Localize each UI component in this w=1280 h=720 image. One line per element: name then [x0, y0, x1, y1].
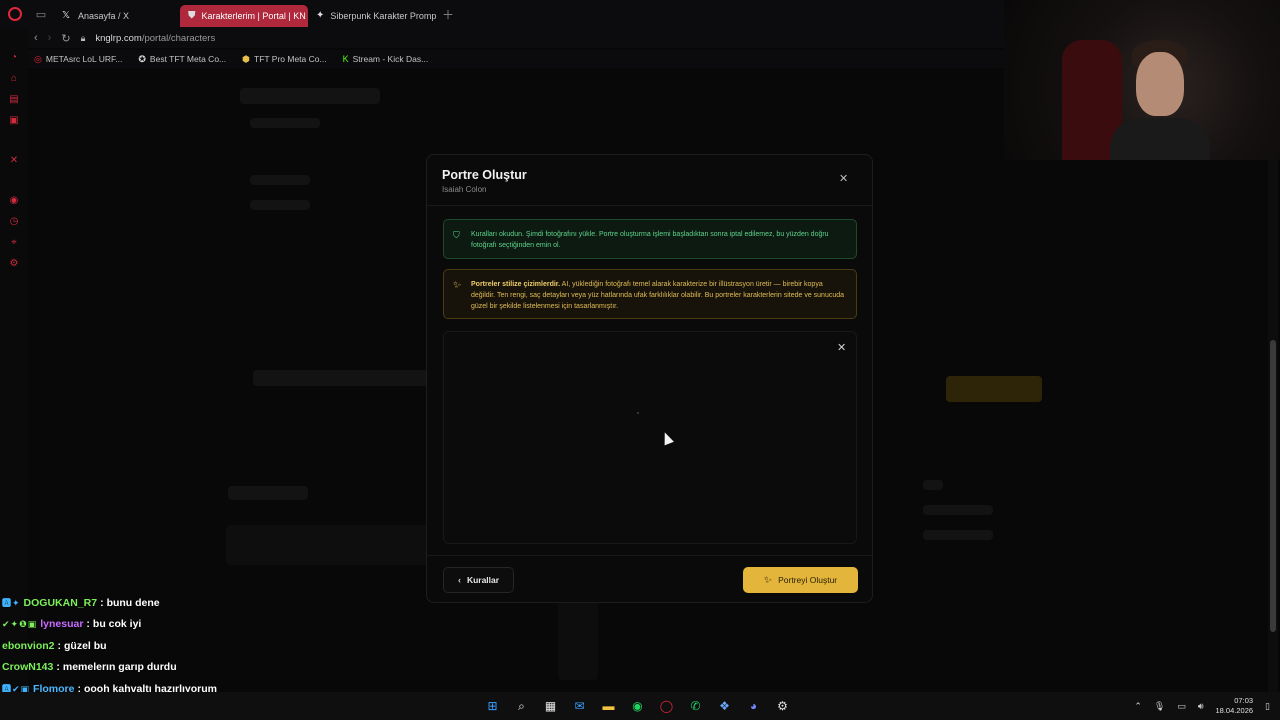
tab-siberpunk[interactable]: ✦ Siberpunk Karakter Promp: [308, 5, 436, 27]
player-icon[interactable]: ◉: [8, 195, 20, 207]
forward-arrow-icon[interactable]: ›: [48, 32, 52, 44]
rules-read-notice: ⛉ Kuralları okudun. Şimdi fotoğrafını yü…: [443, 219, 857, 259]
chat-text: memelerın garıp durdu: [62, 661, 177, 674]
close-icon[interactable]: ✕: [839, 173, 848, 185]
tft-icon: ✪: [138, 53, 146, 64]
tft-pro-icon: ⬢: [242, 53, 250, 64]
back-arrow-icon[interactable]: ‹: [34, 32, 38, 44]
photo-upload-area[interactable]: ✕: [443, 331, 857, 544]
bookmark-tft-pro[interactable]: ⬢ TFT Pro Meta Co...: [242, 54, 326, 65]
tab-label: Karakterlerim | Portal | KN: [201, 10, 306, 21]
clock[interactable]: 07:03 18.04.2026: [1216, 696, 1254, 716]
notice-bold-text: Portreler stilize çizimlerdir.: [471, 281, 561, 288]
chat-badges: ✔✦❶▣: [2, 618, 38, 629]
sparkles-icon: ✨︎: [453, 280, 462, 291]
chat-username: lynesuar: [40, 618, 84, 631]
new-tab-icon[interactable]: ＋: [436, 6, 460, 23]
file-explorer-icon[interactable]: ▬: [599, 697, 618, 716]
mail-icon[interactable]: ✉: [570, 697, 589, 716]
chat-message: ebonvion2 : güzel bu: [2, 639, 107, 652]
spotify-icon[interactable]: ◉: [628, 697, 647, 716]
chat-text: bunu dene: [106, 596, 160, 609]
settings-app-icon[interactable]: ❖: [715, 697, 734, 716]
bookmark-label: Best TFT Meta Co...: [149, 54, 227, 64]
chat-username: CrowN143: [2, 661, 54, 674]
metasrc-icon: ◎: [34, 53, 42, 64]
clock-time: 07:03: [1234, 696, 1254, 705]
notifications-icon[interactable]: ▯: [1265, 701, 1270, 712]
clock-date: 18.04.2026: [1215, 706, 1254, 715]
search-icon[interactable]: ⌕: [512, 697, 531, 716]
create-portrait-button[interactable]: ✨︎ Portreyi Oluştur: [743, 567, 858, 593]
settings-gear-icon[interactable]: ⚙: [8, 258, 20, 270]
extensions-icon[interactable]: ⌖: [8, 237, 20, 249]
portrait-modal: Portre Oluştur Isaiah Colon ✕ ⛉ Kurallar…: [426, 154, 873, 603]
sparkles-icon: ✨︎: [763, 574, 773, 586]
bookmark-best-tft[interactable]: ✪ Best TFT Meta Co...: [138, 54, 226, 65]
bookmark-metasrc[interactable]: ◎ METAsrc LoL URF...: [34, 54, 122, 65]
history-icon[interactable]: ◷: [8, 216, 20, 228]
screen: ▭ 𝕏 Anasayfa / X ⛊ Karakterlerim | Porta…: [0, 0, 1280, 720]
tab-label: Anasayfa / X: [78, 10, 130, 21]
whatsapp-icon[interactable]: ✆: [686, 697, 705, 716]
messenger-icon[interactable]: ▤: [8, 94, 20, 106]
bookmark-kick[interactable]: K Stream - Kick Das...: [343, 54, 429, 64]
bookmark-label: METAsrc LoL URF...: [45, 54, 123, 64]
windows-start-icon[interactable]: ⊞: [483, 697, 502, 716]
tab-karakterlerim[interactable]: ⛊ Karakterlerim | Portal | KN: [180, 4, 308, 27]
discord-icon[interactable]: ◕: [744, 697, 763, 716]
store-icon[interactable]: ▦: [541, 697, 560, 716]
chevron-left-icon: ‹: [457, 575, 461, 585]
button-label: Kurallar: [466, 575, 500, 585]
chat-text: bu cok iyi: [92, 618, 142, 631]
sparkle-icon: ✦: [316, 10, 325, 21]
windows-taskbar: ⊞ ⌕ ▦ ✉ ▬ ◉ ◯ ✆ ❖ ◕ ⚙ ⌃ 🎙︎ ▭ 🔊︎ 07:03 18…: [0, 692, 1280, 720]
tab-islands-icon[interactable]: ▭: [30, 0, 52, 28]
page-scrollbar-thumb[interactable]: [1270, 340, 1276, 632]
x-sidebar-icon[interactable]: ✕: [8, 155, 20, 167]
app-icon[interactable]: ⚙: [773, 697, 792, 716]
bag-icon[interactable]: ⌂: [8, 73, 20, 85]
chat-message: CrowN143 : memelerın garıp durdu: [2, 661, 177, 674]
opera-gx-icon[interactable]: ◯: [657, 697, 676, 716]
shield-check-icon: ⛉: [453, 230, 460, 240]
modal-title: Portre Oluştur: [442, 168, 527, 182]
tab-label: Siberpunk Karakter Promp: [330, 10, 436, 21]
kick-icon: K: [342, 54, 349, 64]
lock-icon[interactable]: 🔒︎: [81, 33, 86, 44]
system-tray: ⌃ 🎙︎ ▭ 🔊︎ 07:03 18.04.2026 ▯: [1134, 692, 1270, 720]
remove-photo-close-icon[interactable]: ✕: [837, 342, 846, 354]
webcam-overlay: [1004, 0, 1280, 160]
chevron-up-icon[interactable]: ⌃: [1134, 701, 1142, 712]
chat-badges: 🅰✦: [2, 598, 21, 609]
bookmark-label: TFT Pro Meta Co...: [254, 54, 327, 64]
opera-logo-icon[interactable]: [0, 0, 30, 28]
shield-icon: ⛊: [188, 10, 196, 21]
loading-indicator: [637, 412, 639, 414]
url-field[interactable]: knglrp.com/portal/characters: [95, 33, 215, 44]
url-path: /portal/characters: [141, 32, 216, 44]
url-host: knglrp.com: [95, 32, 142, 44]
button-label: Portreyi Oluştur: [778, 575, 838, 585]
bookmark-label: Stream - Kick Das...: [352, 54, 429, 64]
aria-icon[interactable]: ◔: [8, 52, 20, 64]
tab-anasayfa-x[interactable]: 𝕏 Anasayfa / X: [52, 5, 180, 27]
stylized-portrait-notice: ✨︎ Portreler stilize çizimlerdir. AI, yü…: [443, 269, 857, 319]
chat-text: güzel bu: [64, 639, 107, 652]
chat-username: ebonvion2: [2, 639, 55, 652]
chat-username: DOGUKAN_R7: [23, 596, 98, 609]
chat-message: ✔✦❶▣ lynesuar : bu cok iyi: [2, 618, 142, 631]
back-to-rules-button[interactable]: ‹ Kurallar: [443, 567, 514, 593]
modal-subtitle: Isaiah Colon: [442, 185, 487, 194]
notice-text: Kuralları okudun. Şimdi fotoğrafını yükl…: [471, 231, 829, 249]
microphone-icon[interactable]: 🎙︎: [1154, 701, 1165, 712]
volume-icon[interactable]: 🔊︎: [1198, 701, 1204, 712]
mail-icon[interactable]: ▣: [8, 115, 20, 127]
divider: [427, 205, 872, 206]
x-logo-icon: 𝕏: [61, 10, 71, 21]
chat-message: 🅰✦ DOGUKAN_R7 : bunu dene: [2, 596, 160, 609]
reload-icon[interactable]: ↻: [61, 32, 70, 45]
network-icon[interactable]: ▭: [1177, 701, 1186, 712]
divider: [427, 555, 872, 556]
